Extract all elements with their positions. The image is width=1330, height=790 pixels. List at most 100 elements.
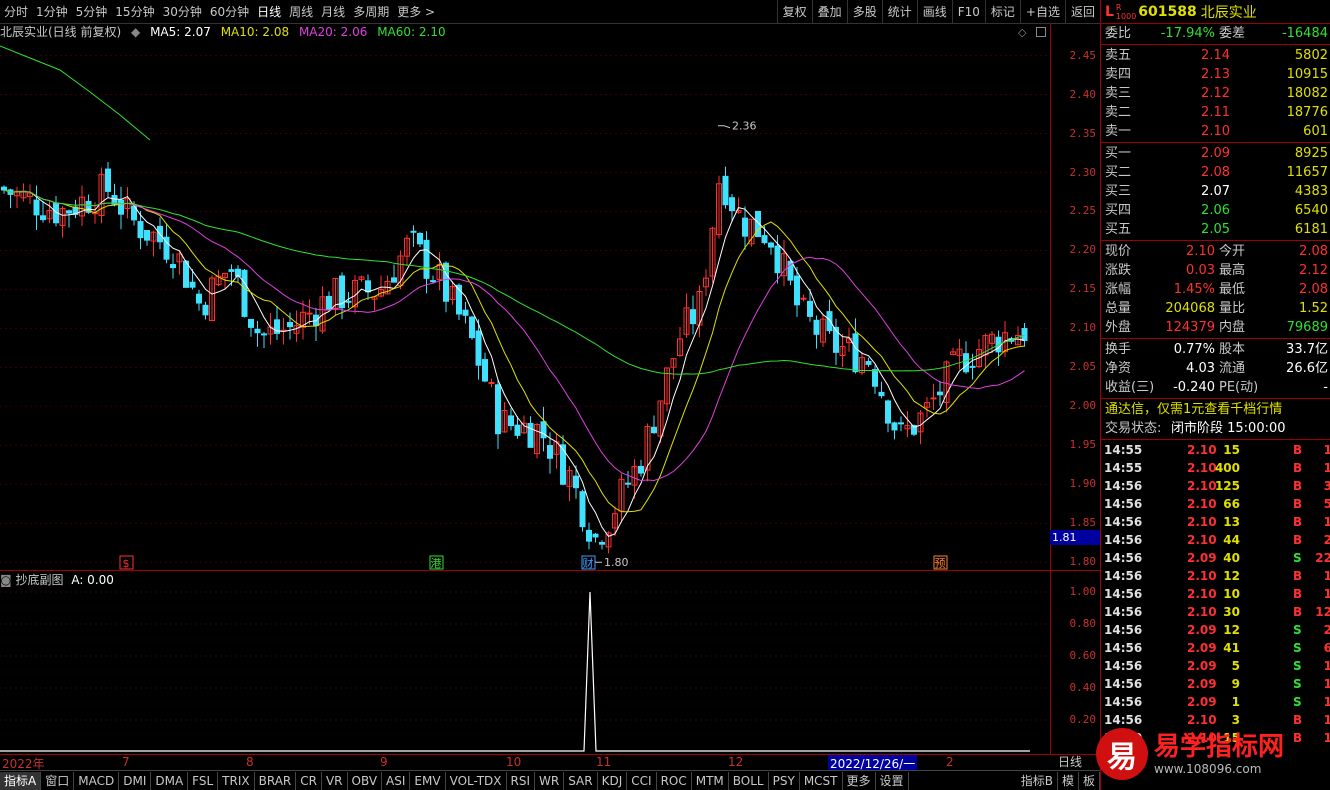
toolbar-button[interactable]: +自选: [1019, 0, 1065, 23]
order-row[interactable]: 卖四 2.13 10915: [1101, 65, 1330, 84]
period-tab[interactable]: 15分钟: [111, 0, 158, 23]
indicator-tab[interactable]: WR: [535, 771, 565, 790]
indicator-tab[interactable]: 窗口: [41, 771, 75, 790]
order-row[interactable]: 卖二 2.11 18776: [1101, 103, 1330, 122]
toolbar-button[interactable]: 统计: [881, 0, 917, 23]
tick-list[interactable]: 14:552.1015B114:552.10400B114:562.10125B…: [1101, 441, 1330, 747]
period-tab[interactable]: 5分钟: [72, 0, 112, 23]
sub-chart[interactable]: [0, 588, 1050, 754]
tick-row[interactable]: 14:56 2.10 66 B 5: [1101, 495, 1330, 513]
ma-toggle-icon[interactable]: ◆: [131, 25, 140, 39]
order-row[interactable]: 买五 2.05 6181: [1101, 220, 1330, 239]
indicator-tab[interactable]: 设置: [876, 771, 909, 790]
tick-row[interactable]: 14:56 2.10 44 B 2: [1101, 531, 1330, 549]
toolbar-button[interactable]: 返回: [1064, 0, 1100, 23]
indicator-tab[interactable]: DMI: [119, 771, 152, 790]
indicator-tab[interactable]: BOLL: [729, 771, 769, 790]
indicator-tab[interactable]: CR: [296, 771, 322, 790]
promo-text[interactable]: 通达信，仅需1元查看千档行情: [1105, 400, 1282, 419]
tick-row[interactable]: 14:56 2.10125 B 3: [1101, 477, 1330, 495]
badge-num: 1000: [1115, 11, 1137, 21]
order-row[interactable]: 买一 2.09 8925: [1101, 144, 1330, 163]
period-tab[interactable]: 周线: [285, 0, 317, 23]
indicator-right-button[interactable]: 指标B: [1017, 771, 1058, 790]
panel-separator: [1101, 398, 1330, 399]
period-tab[interactable]: 多周期: [349, 0, 393, 23]
indicator-tab[interactable]: PSY: [769, 771, 800, 790]
tick-row[interactable]: 14:55 2.10 15 B 1: [1101, 441, 1330, 459]
period-tab[interactable]: 日线: [253, 0, 285, 23]
order-row[interactable]: 买三 2.07 4383: [1101, 182, 1330, 201]
indicator-tab[interactable]: 指标A: [0, 771, 42, 790]
tick-row[interactable]: 14:56 2.09 5 S 1: [1101, 657, 1330, 675]
indicator-tab[interactable]: SAR: [564, 771, 598, 790]
period-tab[interactable]: 1分钟: [32, 0, 72, 23]
order-row[interactable]: 买四 2.06 6540: [1101, 201, 1330, 220]
indicator-tab[interactable]: TRIX: [218, 771, 255, 790]
tick-row[interactable]: 14:56 2.10 13 B 1: [1101, 513, 1330, 531]
order-row[interactable]: 卖一 2.10 601: [1101, 122, 1330, 141]
order-row[interactable]: 卖三 2.12 18082: [1101, 84, 1330, 103]
period-tab[interactable]: 分时: [0, 0, 32, 23]
sub-chart-toggle-icon[interactable]: ◙: [0, 573, 12, 587]
indicator-tab[interactable]: BRAR: [255, 771, 297, 790]
window-square-icon[interactable]: [1036, 27, 1046, 37]
indicator-tab[interactable]: ASI: [382, 771, 411, 790]
candle-body: [410, 230, 417, 233]
order-volume: 4383: [1294, 184, 1328, 199]
indicator-tab[interactable]: MTM: [692, 771, 729, 790]
period-tab[interactable]: 更多 >: [393, 0, 439, 23]
toolbar-button[interactable]: 叠加: [811, 0, 847, 23]
indicator-tab[interactable]: DMA: [151, 771, 189, 790]
tick-row[interactable]: 14:55 2.10400 B 1: [1101, 459, 1330, 477]
indicator-tab[interactable]: CCI: [627, 771, 657, 790]
tick-row[interactable]: 14:56 2.10 10 B 1: [1101, 585, 1330, 603]
event-marker-label: 预: [935, 557, 946, 570]
toolbar-button[interactable]: F10: [951, 0, 985, 23]
period-tab[interactable]: 60分钟: [206, 0, 253, 23]
period-tab[interactable]: 月线: [317, 0, 349, 23]
tick-row[interactable]: 14:56 2.10 30 B 12: [1101, 603, 1330, 621]
tick-price: 2.09: [1187, 623, 1217, 637]
toolbar-button[interactable]: 画线: [916, 0, 952, 23]
candle-body: [872, 369, 878, 387]
tick-row[interactable]: 14:56 2.09 12 S 2: [1101, 621, 1330, 639]
toolbar-button[interactable]: 标记: [984, 0, 1020, 23]
period-tab[interactable]: 30分钟: [159, 0, 206, 23]
tick-row[interactable]: 14:56 2.09 40 S 22: [1101, 549, 1330, 567]
tick-volume: 30: [1223, 605, 1240, 619]
tick-row[interactable]: 14:56 2.09 9 S 1: [1101, 675, 1330, 693]
indicator-tab[interactable]: MACD: [74, 771, 120, 790]
candle-body: [482, 359, 488, 382]
panel-separator: [1101, 240, 1330, 241]
expand-icon[interactable]: ◇: [1018, 26, 1026, 39]
quote-value: 204068: [1165, 301, 1215, 316]
promo-link[interactable]: 通达信，仅需1元查看千档行情: [1101, 400, 1330, 419]
candle-body: [742, 217, 748, 237]
indicator-tab[interactable]: RSI: [507, 771, 536, 790]
indicator-tab[interactable]: FSL: [188, 771, 219, 790]
indicator-right-button[interactable]: 模: [1058, 771, 1079, 790]
indicator-tab[interactable]: VOL-TDX: [446, 771, 507, 790]
order-row[interactable]: 买二 2.08 11657: [1101, 163, 1330, 182]
indicator-tab[interactable]: ROC: [657, 771, 692, 790]
toolbar-button[interactable]: 多股: [846, 0, 882, 23]
indicator-tab[interactable]: MCST: [800, 771, 843, 790]
tick-row[interactable]: 14:56 2.10 12 B 1: [1101, 567, 1330, 585]
toolbar-button[interactable]: 复权: [776, 0, 812, 23]
order-label: 买五: [1105, 222, 1132, 237]
indicator-tab[interactable]: VR: [322, 771, 348, 790]
order-row[interactable]: 卖五 2.14 5802: [1101, 46, 1330, 65]
tick-row[interactable]: 14:56 2.09 41 S 6: [1101, 639, 1330, 657]
indicator-tab[interactable]: OBV: [348, 771, 383, 790]
price-tick-label: 1.80: [1069, 555, 1097, 569]
period-label[interactable]: 日线: [1058, 754, 1082, 770]
indicator-tab[interactable]: EMV: [410, 771, 446, 790]
tick-time: 14:55: [1104, 461, 1143, 475]
tick-time: 14:56: [1104, 677, 1143, 691]
indicator-tab[interactable]: 更多: [843, 771, 876, 790]
indicator-tab[interactable]: KDJ: [598, 771, 628, 790]
tick-row[interactable]: 14:56 2.09 1 S 1: [1101, 693, 1330, 711]
candlestick-chart[interactable]: 2.36 1.80 $ 港 财 预: [0, 40, 1050, 570]
sub-tick-label: 0.40: [1069, 681, 1097, 694]
